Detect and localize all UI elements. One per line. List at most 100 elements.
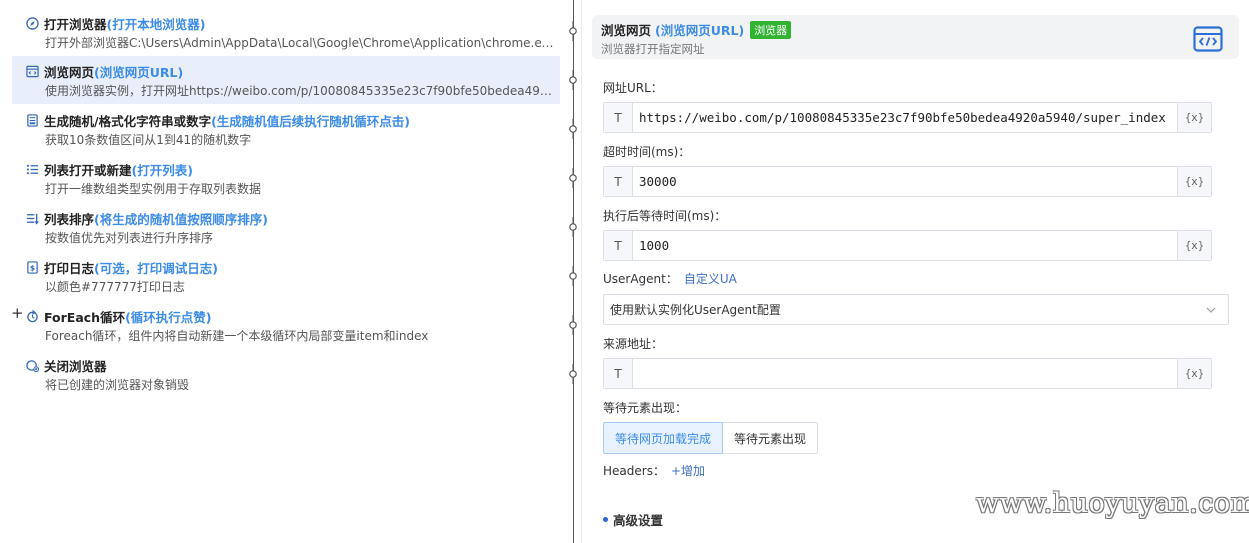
- url-field[interactable]: T https://weibo.com/p/10080845335e23c7f9…: [603, 102, 1212, 133]
- wait-element-label: 等待元素出现：: [603, 401, 688, 415]
- step-foreach-loop[interactable]: ForEach循环 (循环执行点赞) Foreach循环，组件内将自动新建一个本…: [12, 301, 560, 349]
- variable-button[interactable]: {x}: [1177, 103, 1211, 132]
- step-open-browser[interactable]: 打开浏览器 (打开本地浏览器) 打开外部浏览器C:\Users\Admin\App…: [12, 8, 560, 56]
- step-desc: 以颜色#777777打印日志: [45, 280, 185, 294]
- step-title-text: ForEach循环: [44, 310, 126, 325]
- step-desc: 按数值优先对列表进行升序排序: [45, 231, 214, 245]
- svg-text:$: $: [30, 263, 35, 272]
- flow-step-list: 打开浏览器 (打开本地浏览器) 打开外部浏览器C:\Users\Admin\App…: [0, 0, 562, 543]
- list-icon: [26, 164, 39, 175]
- step-list-open[interactable]: 列表打开或新建 (打开列表) 打开一维数组类型实例用于存取列表数据: [12, 154, 560, 202]
- headers-label: Headers： +增加: [603, 462, 705, 479]
- step-title-text: 生成随机/格式化字符串或数字: [44, 114, 212, 129]
- step-desc: 使用浏览器实例，打开网址https://weibo.com/p/10080845…: [45, 84, 555, 98]
- component-header: 浏览网页 (浏览网页URL) 浏览器 浏览器打开指定网址: [592, 15, 1239, 59]
- step-title: 浏览网页 (浏览网页URL): [26, 62, 183, 81]
- step-title: 打开浏览器 (打开本地浏览器): [26, 14, 205, 33]
- connector-knob[interactable]: [568, 70, 578, 90]
- useragent-label: UserAgent： 自定义UA: [603, 270, 737, 287]
- connector-knob[interactable]: [568, 168, 578, 188]
- wait-page-load-option[interactable]: 等待网页加载完成: [603, 422, 724, 454]
- compass-icon: [26, 17, 39, 30]
- step-title: ForEach循环 (循环执行点赞): [26, 307, 212, 326]
- wait-label: 执行后等待时间(ms)：: [603, 209, 727, 223]
- close-browser-icon: [26, 360, 39, 372]
- step-title-note: (打开本地浏览器): [106, 17, 206, 32]
- timeout-label: 超时时间(ms)：: [603, 145, 691, 159]
- step-title: 生成随机/格式化字符串或数字 (生成随机值后续执行随机循环点击): [26, 111, 410, 130]
- step-desc: 将已创建的浏览器对象销毁: [45, 378, 190, 392]
- type-prefix[interactable]: T: [604, 231, 633, 260]
- step-desc: Foreach循环，组件内将自动新建一个本级循环内局部变量item和index: [45, 329, 429, 343]
- component-title-text: 浏览网页: [601, 23, 652, 38]
- variable-button[interactable]: {x}: [1177, 167, 1211, 196]
- connector-knob[interactable]: [568, 21, 578, 41]
- step-title: 关闭浏览器: [26, 356, 107, 375]
- step-desc: 获取10条数值区间从1到41的随机数字: [45, 133, 252, 147]
- advanced-settings-toggle[interactable]: 高级设置: [603, 510, 663, 529]
- watermark: www.huoyuyan.com: [976, 488, 1249, 519]
- step-title-text: 浏览网页: [44, 65, 95, 80]
- step-title-text: 列表排序: [44, 212, 95, 227]
- referer-label: 来源地址：: [603, 337, 664, 351]
- expand-loop-button[interactable]: +: [11, 304, 24, 322]
- step-close-browser[interactable]: 关闭浏览器 将已创建的浏览器对象销毁: [12, 350, 560, 398]
- useragent-select[interactable]: 使用默认实例化UserAgent配置: [603, 294, 1229, 325]
- component-title: 浏览网页 (浏览网页URL) 浏览器: [601, 20, 792, 39]
- wait-input[interactable]: 1000: [633, 231, 1177, 260]
- step-title-note: (将生成的随机值按照顺序排序): [94, 212, 268, 227]
- bullet-dot-icon: [603, 517, 608, 522]
- step-title-text: 打印日志: [44, 261, 95, 276]
- step-title-note: (可选，打印调试日志): [94, 261, 218, 276]
- component-badge: 浏览器: [750, 20, 792, 39]
- url-label: 网址URL：: [603, 81, 663, 95]
- step-title-text: 列表打开或新建: [44, 163, 132, 178]
- wait-element-option[interactable]: 等待元素出现: [723, 422, 819, 454]
- step-title-note: (循环执行点赞): [125, 310, 212, 325]
- step-title-note: (生成随机值后续执行随机循环点击): [211, 114, 411, 129]
- variable-button[interactable]: {x}: [1177, 231, 1211, 260]
- connector-knob[interactable]: [568, 119, 578, 139]
- step-desc: 打开一维数组类型实例用于存取列表数据: [45, 182, 262, 196]
- step-title: 列表排序 (将生成的随机值按照顺序排序): [26, 209, 268, 228]
- useragent-select-value: 使用默认实例化UserAgent配置: [610, 303, 781, 317]
- wait-mode-toggle: 等待网页加载完成 等待元素出现: [603, 422, 819, 454]
- useragent-label-text: UserAgent：: [603, 272, 678, 286]
- step-title-note: (打开列表): [131, 163, 193, 178]
- advanced-settings-label: 高级设置: [613, 513, 664, 528]
- connector-knob[interactable]: [568, 364, 578, 384]
- referer-input[interactable]: [633, 359, 1177, 388]
- step-desc: 打开外部浏览器C:\Users\Admin\AppData\Local\Goog…: [45, 36, 555, 50]
- component-subtitle: 浏览器打开指定网址: [601, 42, 705, 56]
- step-list-sort[interactable]: 列表排序 (将生成的随机值按照顺序排序) 按数值优先对列表进行升序排序: [12, 203, 560, 251]
- timeout-input[interactable]: 30000: [633, 167, 1177, 196]
- headers-label-text: Headers：: [603, 464, 665, 478]
- type-prefix[interactable]: T: [604, 167, 633, 196]
- step-title-note: (浏览网页URL): [94, 65, 184, 80]
- component-title-note: (浏览网页URL): [655, 23, 745, 38]
- chevron-down-icon: [1206, 307, 1216, 313]
- add-header-button[interactable]: +增加: [671, 464, 705, 478]
- step-title-text: 打开浏览器: [44, 17, 107, 32]
- variable-button[interactable]: {x}: [1177, 359, 1211, 388]
- step-title: 列表打开或新建 (打开列表): [26, 160, 193, 179]
- loop-icon: [27, 310, 38, 323]
- step-random-generate[interactable]: 生成随机/格式化字符串或数字 (生成随机值后续执行随机循环点击) 获取10条数值区…: [12, 105, 560, 153]
- connector-knob[interactable]: [568, 217, 578, 237]
- log-icon: $: [27, 261, 38, 274]
- referer-field[interactable]: T {x}: [603, 358, 1212, 389]
- step-print-log[interactable]: $ 打印日志 (可选，打印调试日志) 以颜色#777777打印日志: [12, 252, 560, 300]
- timeout-field[interactable]: T 30000 {x}: [603, 166, 1212, 197]
- type-prefix[interactable]: T: [604, 359, 633, 388]
- connector-knob[interactable]: [568, 315, 578, 335]
- step-title: $ 打印日志 (可选，打印调试日志): [26, 258, 218, 277]
- step-title-text: 关闭浏览器: [44, 359, 107, 374]
- list-sort-icon: [26, 213, 39, 225]
- properties-panel: 浏览网页 (浏览网页URL) 浏览器 浏览器打开指定网址 网址URL： T ht…: [582, 0, 1249, 543]
- type-prefix[interactable]: T: [604, 103, 633, 132]
- step-browse-page[interactable]: 浏览网页 (浏览网页URL) 使用浏览器实例，打开网址https://weibo.…: [12, 56, 560, 104]
- wait-field[interactable]: T 1000 {x}: [603, 230, 1212, 261]
- connector-knob[interactable]: [568, 266, 578, 286]
- url-input[interactable]: https://weibo.com/p/10080845335e23c7f90b…: [633, 103, 1177, 132]
- custom-ua-link[interactable]: 自定义UA: [684, 272, 737, 286]
